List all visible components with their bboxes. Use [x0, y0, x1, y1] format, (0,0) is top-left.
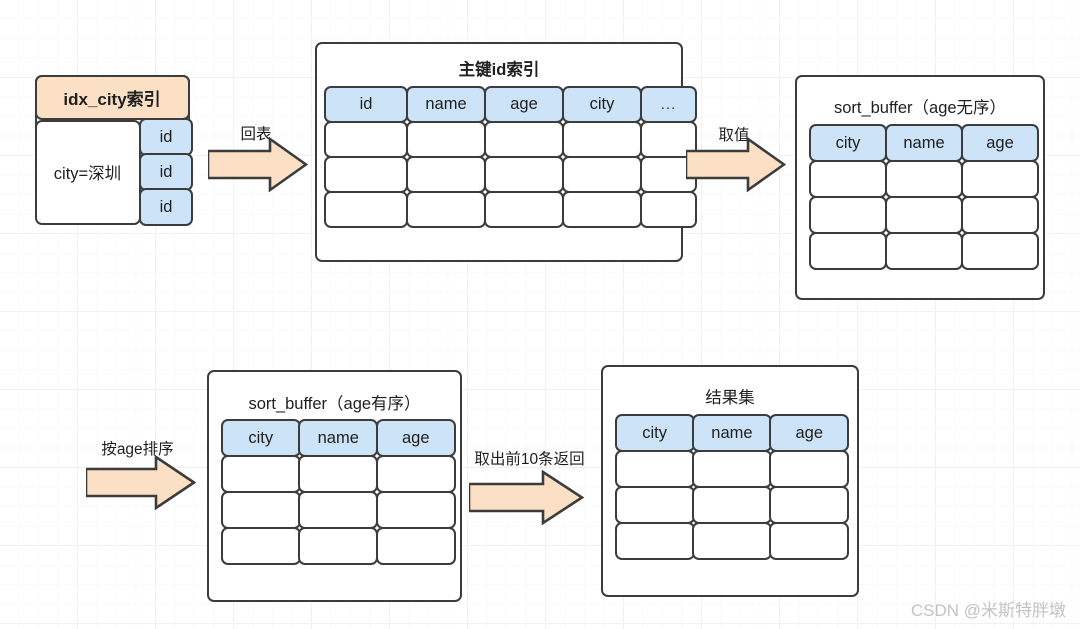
table-cell [960, 231, 1040, 271]
table-cell [220, 490, 301, 530]
table-cell [884, 195, 964, 235]
table-cell [375, 454, 456, 494]
table-cell [298, 454, 379, 494]
table-cell [614, 449, 695, 489]
table-cell [375, 490, 456, 530]
idx-city-header-label: idx_city索引 [34, 74, 190, 120]
table-cell [220, 526, 301, 566]
table-cell [614, 521, 695, 561]
table-cell [323, 155, 409, 194]
table-header-cell-id: id [323, 85, 409, 124]
table-header-cell-name: name [884, 123, 964, 163]
idx-city-id-list: id id id [138, 118, 194, 226]
sort-buffer-sorted-table: city name age [220, 418, 456, 566]
sort-buffer-unsorted-table: city name age [808, 123, 1040, 271]
sort-buffer-unsorted-title: sort_buffer（age无序） [833, 99, 1007, 117]
table-cell [808, 159, 888, 199]
table-header-cell-city: city [561, 85, 643, 124]
sort-buffer-unsorted-box: sort_buffer（age无序） city name age [795, 75, 1045, 300]
idx-city-condition-cell: city=深圳 [34, 119, 141, 225]
table-cell [323, 120, 409, 159]
arrow-label-take-first-10: 取出前10条返回 [474, 451, 585, 468]
primary-key-index-box: 主键id索引 id name age city ... [315, 42, 698, 262]
primary-key-index-table: id name age city ... [323, 85, 698, 229]
table-header-cell-name: name [692, 413, 772, 453]
diagram-canvas: idx_city索引 city=深圳 id id id 回表 主键id索引 id… [0, 0, 1080, 629]
table-cell [405, 190, 487, 229]
table-header-cell-name: name [405, 85, 487, 124]
table-cell [405, 120, 487, 159]
table-cell [808, 231, 888, 271]
table-cell [220, 454, 301, 494]
table-cell [483, 190, 565, 229]
primary-key-index-title: 主键id索引 [458, 61, 540, 79]
idx-city-id-cell: id [138, 153, 194, 191]
table-cell [692, 485, 772, 525]
watermark: CSDN @米斯特胖墩 [910, 601, 1066, 620]
arrow-take-first-10 [469, 470, 584, 525]
table-cell [323, 190, 409, 229]
table-cell [639, 190, 698, 229]
sort-buffer-sorted-title: sort_buffer（age有序） [248, 395, 421, 413]
table-cell [614, 485, 695, 525]
arrow-sort-by-age [86, 455, 196, 510]
table-cell [960, 159, 1040, 199]
table-cell [483, 155, 565, 194]
idx-city-id-cell: id [138, 118, 194, 156]
table-cell [884, 159, 964, 199]
idx-city-id-cell: id [138, 188, 194, 226]
table-cell [960, 195, 1040, 235]
table-cell [375, 526, 456, 566]
table-header-cell-city: city [808, 123, 888, 163]
table-cell [769, 485, 850, 525]
table-header-cell-age: age [769, 413, 850, 453]
idx-city-index-box: idx_city索引 city=深圳 id id id [34, 74, 194, 226]
table-cell [692, 449, 772, 489]
table-cell [769, 521, 850, 561]
table-header-cell-age: age [375, 418, 456, 458]
table-cell [561, 120, 643, 159]
table-cell [298, 526, 379, 566]
table-header-cell-name: name [298, 418, 379, 458]
table-cell [884, 231, 964, 271]
result-set-box: 结果集 city name age [601, 365, 859, 597]
table-cell [692, 521, 772, 561]
table-header-cell-age: age [483, 85, 565, 124]
table-cell [405, 155, 487, 194]
table-header-cell-city: city [220, 418, 301, 458]
table-cell [483, 120, 565, 159]
sort-buffer-sorted-box: sort_buffer（age有序） city name age [207, 370, 462, 602]
table-cell [298, 490, 379, 530]
table-cell [561, 190, 643, 229]
table-cell [808, 195, 888, 235]
result-set-table: city name age [614, 413, 850, 561]
table-header-cell-age: age [960, 123, 1040, 163]
result-set-title: 结果集 [705, 389, 755, 407]
table-header-cell-city: city [614, 413, 695, 453]
table-cell [561, 155, 643, 194]
arrow-back-to-table [208, 137, 308, 192]
table-header-cell-more: ... [639, 85, 698, 124]
arrow-fetch-value [686, 137, 786, 192]
table-cell [769, 449, 850, 489]
